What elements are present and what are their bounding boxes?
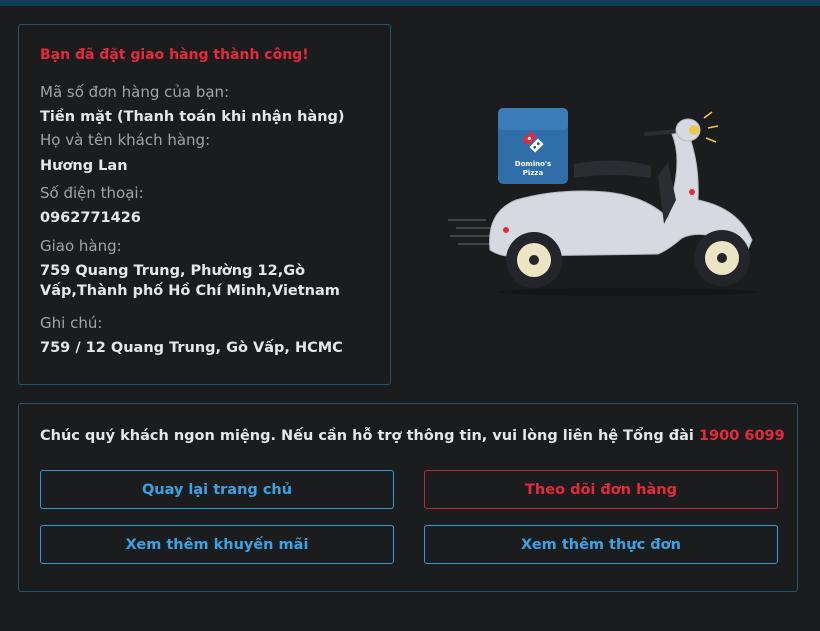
tail-light bbox=[503, 227, 509, 233]
front-wheel bbox=[694, 230, 750, 286]
light-rays bbox=[703, 111, 719, 143]
support-message: Chúc quý khách ngon miệng. Nếu cần hỗ tr… bbox=[40, 428, 785, 444]
hotline-number[interactable]: 1900 6099 bbox=[699, 428, 785, 444]
top-bar bbox=[0, 0, 820, 6]
rear-wheel bbox=[506, 232, 562, 288]
speed-lines bbox=[448, 219, 496, 245]
order-number-label: Mã số đơn hàng của bạn: bbox=[40, 83, 230, 101]
order-summary-card: Bạn đã đặt giao hàng thành công! Mã số đ… bbox=[18, 24, 391, 385]
phone-label: Số điện thoại: bbox=[40, 184, 144, 202]
delivery-address-value: 759 Quang Trung, Phường 12,Gò Vấp,Thành … bbox=[40, 263, 340, 299]
delivery-label: Giao hàng: bbox=[40, 237, 122, 255]
customer-name-value: Hương Lan bbox=[40, 158, 128, 174]
order-number-value: Tiền mặt (Thanh toán khi nhận hàng) bbox=[40, 109, 345, 125]
view-menu-button[interactable]: Xem thêm thực đơn bbox=[424, 525, 778, 564]
front-light bbox=[689, 189, 695, 195]
track-order-button[interactable]: Theo dõi đơn hàng bbox=[424, 470, 778, 509]
support-text: Chúc quý khách ngon miệng. Nếu cần hỗ tr… bbox=[40, 428, 694, 444]
customer-name-label: Họ và tên khách hàng: bbox=[40, 131, 211, 149]
success-message: Bạn đã đặt giao hàng thành công! bbox=[40, 47, 309, 63]
note-value: 759 / 12 Quang Trung, Gò Vấp, HCMC bbox=[40, 340, 343, 356]
support-card: Chúc quý khách ngon miệng. Nếu cần hỗ tr… bbox=[18, 403, 798, 592]
pizza-delivery-box: Domino's Pizza bbox=[498, 108, 568, 184]
phone-value: 0962771426 bbox=[40, 210, 141, 226]
box-brand-line1: Domino's bbox=[515, 160, 551, 168]
back-to-home-button[interactable]: Quay lại trang chủ bbox=[40, 470, 394, 509]
scooter-seat bbox=[574, 160, 651, 178]
view-promotions-button[interactable]: Xem thêm khuyến mãi bbox=[40, 525, 394, 564]
note-label: Ghi chú: bbox=[40, 314, 103, 332]
delivery-scooter-illustration: Domino's Pizza bbox=[448, 108, 756, 296]
box-brand-line2: Pizza bbox=[523, 169, 544, 177]
